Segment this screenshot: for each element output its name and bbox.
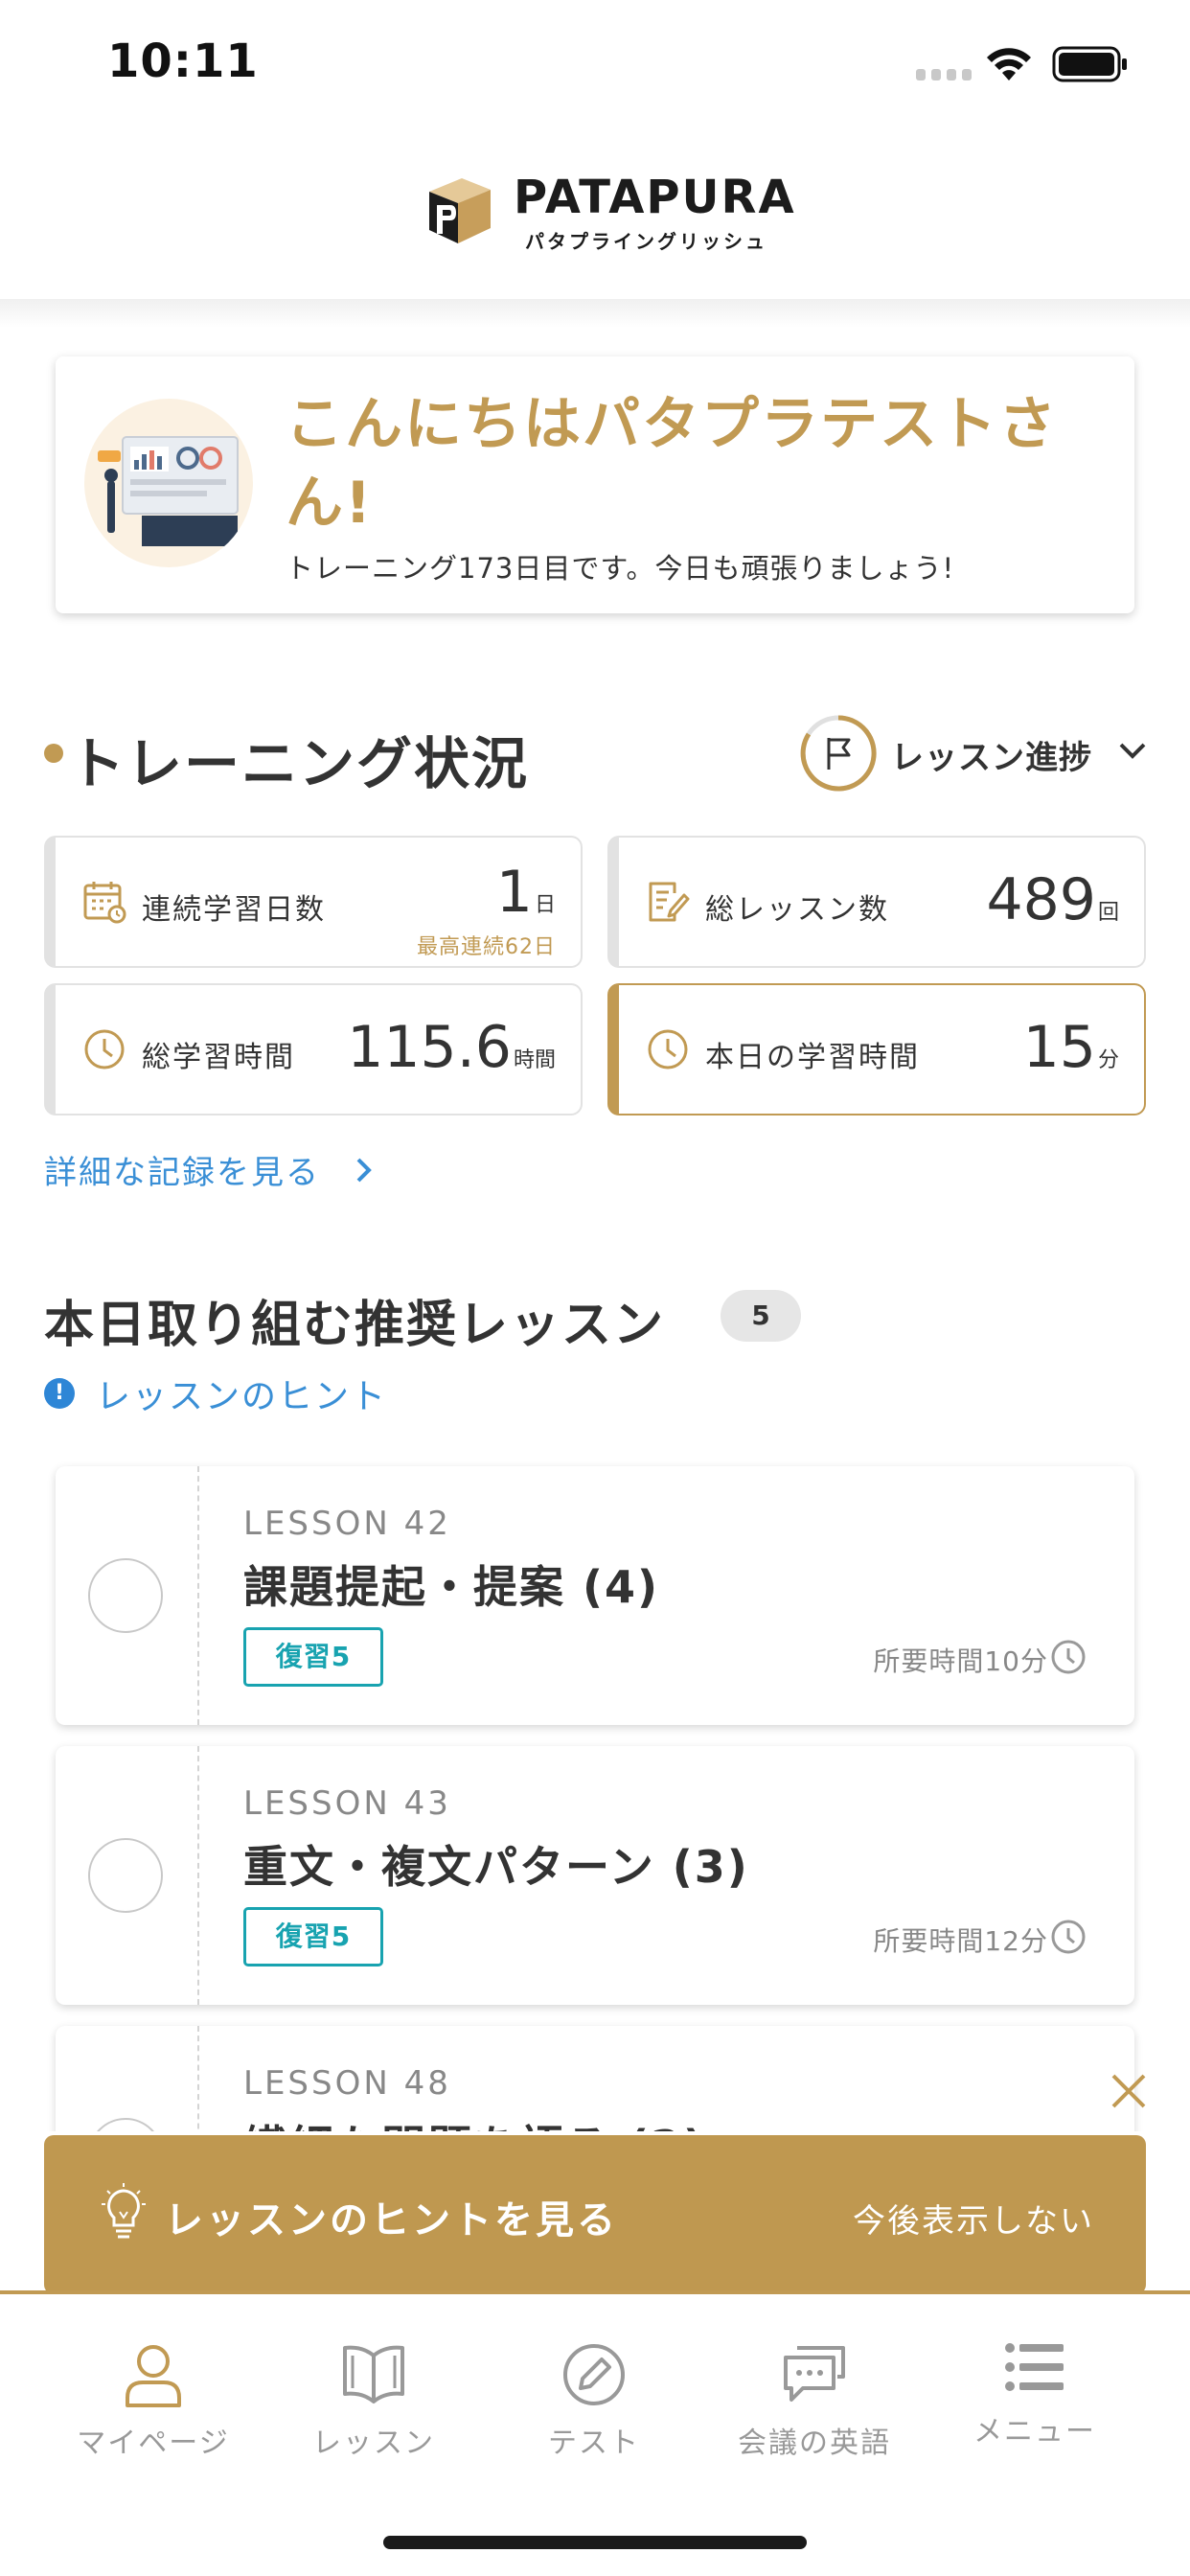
lesson-card[interactable]: LESSON 48 繊細な問題を語る (2) xyxy=(56,2026,1134,2131)
tab-lesson[interactable]: レッスン xyxy=(263,2294,484,2476)
lesson-title: 課題提起・提案 (4) xyxy=(243,1561,660,1613)
clock-icon xyxy=(648,1029,688,1070)
patapura-logo-icon[interactable] xyxy=(420,174,494,253)
chat-bubbles-icon xyxy=(784,2346,845,2402)
stat-unit: 回 xyxy=(1097,901,1119,925)
lesson-title: 重文・複文パターン (3) xyxy=(243,1841,749,1893)
lesson-duration: 所要時間10分 xyxy=(873,1645,1048,1677)
lesson-title: 繊細な問題を語る (2) xyxy=(243,2112,705,2131)
lesson-checkbox[interactable] xyxy=(88,1838,163,1913)
logo-wordmark: PATAPURA xyxy=(514,171,796,224)
lesson-card[interactable]: LESSON 43 重文・複文パターン (3) 復習5 所要時間12分 xyxy=(56,1746,1134,2005)
logo-subtitle: パタプライングリッシュ xyxy=(525,230,767,253)
stat-label: 本日の学習時間 xyxy=(705,1041,920,1074)
lesson-progress-label: レッスン進捗 xyxy=(891,739,1092,777)
tab-label: マイページ xyxy=(77,2426,230,2460)
dont-show-again-button[interactable]: 今後表示しない xyxy=(853,2195,1094,2242)
chevron-right-icon[interactable] xyxy=(355,1156,374,1184)
lesson-checkbox[interactable] xyxy=(88,2118,163,2131)
hint-banner-text: レッスンのヒントを見る xyxy=(165,2198,618,2242)
wifi-icon xyxy=(987,48,1031,80)
detail-records-link[interactable]: 詳細な記録を見る xyxy=(44,1146,320,1193)
lesson-divider xyxy=(197,2026,199,2131)
tab-label: メニュー xyxy=(973,2415,1096,2449)
review-badge: 復習5 xyxy=(243,1627,383,1687)
lesson-duration: 所要時間12分 xyxy=(873,1925,1048,1957)
clock-icon xyxy=(1051,1920,1086,1954)
stat-unit: 時間 xyxy=(513,1048,556,1072)
info-icon[interactable]: ! xyxy=(44,1378,75,1409)
tab-meeting-english[interactable]: 会議の英語 xyxy=(704,2294,925,2476)
lesson-number: LESSON 42 xyxy=(243,1505,451,1543)
stat-unit: 日 xyxy=(534,893,556,917)
lesson-divider xyxy=(197,1466,199,1725)
lesson-checkbox[interactable] xyxy=(88,1558,163,1633)
flag-progress-icon xyxy=(800,715,877,792)
list-menu-icon xyxy=(1005,2343,1064,2391)
greeting-title: こんにちはパタプラテストさん! xyxy=(286,391,1058,537)
header-divider xyxy=(0,299,1190,328)
pencil-circle-icon xyxy=(563,2344,625,2405)
clock-icon xyxy=(1051,1640,1086,1674)
tab-test[interactable]: テスト xyxy=(484,2294,704,2476)
lesson-divider xyxy=(197,1746,199,2005)
recommended-lessons-heading: 本日取り組む推奨レッスン xyxy=(44,1297,666,1354)
greeting-subtitle: トレーニング173日目です。今日も頑張りましょう! xyxy=(286,552,955,585)
stat-value: 115.6時間 xyxy=(347,1014,556,1081)
tab-menu[interactable]: メニュー xyxy=(925,2294,1145,2476)
stat-card-total-time: 総学習時間 115.6時間 xyxy=(44,983,583,1116)
stat-card-today-time: 本日の学習時間 15分 xyxy=(607,983,1146,1116)
stat-number: 1 xyxy=(495,859,533,926)
stat-label: 総レッスン数 xyxy=(705,893,889,927)
tab-label: 会議の英語 xyxy=(738,2426,891,2460)
stat-label: 総学習時間 xyxy=(142,1041,295,1074)
bottom-tab-bar: マイページ レッスン テスト 会議の英語 メニュー xyxy=(0,2290,1190,2478)
lesson-count-badge: 5 xyxy=(721,1290,801,1342)
training-status-heading: トレーニング状況 xyxy=(69,731,530,796)
home-indicator[interactable] xyxy=(383,2536,807,2549)
stat-card-total-lessons: 総レッスン数 489回 xyxy=(607,836,1146,968)
lesson-number: LESSON 43 xyxy=(243,1784,451,1823)
document-edit-icon xyxy=(649,882,690,922)
calendar-icon xyxy=(83,882,126,924)
battery-icon xyxy=(1052,46,1127,82)
stat-unit: 分 xyxy=(1097,1048,1119,1072)
stat-number: 489 xyxy=(986,866,1096,933)
lesson-hint-link[interactable]: レッスンのヒント xyxy=(96,1368,387,1418)
tab-mypage[interactable]: マイページ xyxy=(43,2294,263,2476)
lesson-number: LESSON 48 xyxy=(243,2064,451,2103)
tab-label: テスト xyxy=(548,2426,640,2460)
lesson-hint-banner[interactable]: レッスンのヒントを見る 今後表示しない xyxy=(44,2135,1146,2294)
stat-number: 115.6 xyxy=(347,1014,512,1081)
cellular-signal-icon xyxy=(916,69,972,80)
book-icon xyxy=(343,2345,404,2404)
chevron-down-icon xyxy=(1119,743,1146,759)
stat-value: 15分 xyxy=(1023,1014,1119,1081)
lesson-progress-dropdown[interactable]: レッスン進捗 xyxy=(799,714,1156,793)
stat-value: 489回 xyxy=(986,866,1119,933)
person-icon xyxy=(126,2345,181,2407)
stat-number: 15 xyxy=(1022,1014,1096,1081)
stat-label: 連続学習日数 xyxy=(142,893,326,927)
close-icon[interactable] xyxy=(1108,2070,1150,2112)
lesson-card[interactable]: LESSON 42 課題提起・提案 (4) 復習5 所要時間10分 xyxy=(56,1466,1134,1725)
tab-label: レッスン xyxy=(312,2426,435,2460)
stat-card-streak: 連続学習日数 1日 最高連続62日 xyxy=(44,836,583,968)
clock-icon xyxy=(84,1029,125,1070)
lightbulb-icon xyxy=(102,2183,146,2239)
lesson-list: LESSON 42 課題提起・提案 (4) 復習5 所要時間10分 LESSON… xyxy=(0,1457,1190,2131)
status-time: 10:11 xyxy=(107,34,259,88)
status-bar: 10:11 xyxy=(0,0,1190,125)
section-bullet xyxy=(44,744,63,763)
review-badge: 復習5 xyxy=(243,1907,383,1966)
greeting-card: こんにちはパタプラテストさん! トレーニング173日目です。今日も頑張りましょう… xyxy=(56,356,1134,613)
stat-value: 1日 xyxy=(496,859,556,926)
stat-best-streak: 最高連続62日 xyxy=(417,935,556,959)
dashboard-illustration-icon xyxy=(84,399,253,567)
